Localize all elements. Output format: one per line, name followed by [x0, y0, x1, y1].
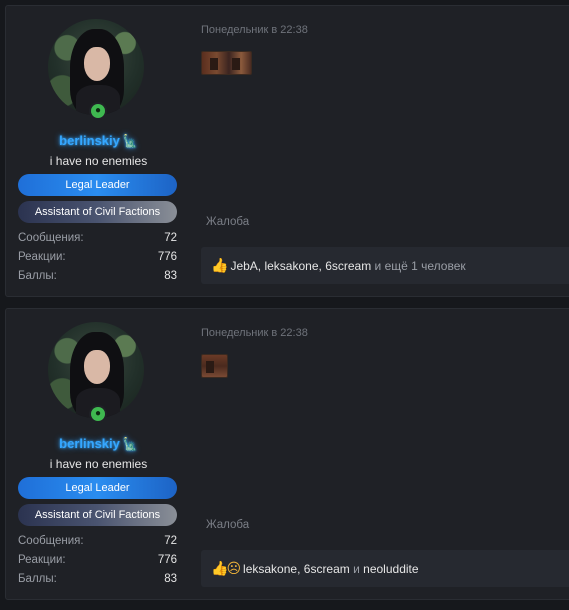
post-content: Понедельник в 22:38 Жалоба 👍 ☹ leksakone,…: [201, 309, 569, 599]
reactions-bar[interactable]: 👍 JebA, leksakone, 6scream и ещё 1 челов…: [201, 247, 569, 284]
post-1: ● berlinskiy 🗽 i have no enemies Legal Le…: [5, 5, 569, 297]
post-content: Понедельник в 22:38 Жалоба 👍 JebA, leksa…: [201, 6, 569, 296]
user-title: i have no enemies: [49, 154, 148, 168]
stat-reactions: Реакции: 776: [18, 251, 177, 263]
username[interactable]: berlinskiy 🗽: [6, 133, 191, 148]
avatar[interactable]: [48, 322, 144, 418]
user-title: i have no enemies: [49, 457, 148, 471]
attachment-thumbnail[interactable]: [201, 51, 252, 75]
user-stats: Сообщения: 72 Реакции: 776 Баллы: 83: [18, 532, 177, 589]
stat-reactions: Реакции: 776: [18, 554, 177, 566]
thumbs-up-icon: 👍: [211, 257, 229, 273]
user-info: ● berlinskiy 🗽 i have no enemies Legal Le…: [6, 309, 191, 599]
statue-of-liberty-icon: 🗽: [122, 134, 138, 148]
post-date[interactable]: Понедельник в 22:38: [201, 24, 308, 36]
banner-assistant-civil-factions: Assistant of Civil Factions: [18, 504, 177, 526]
report-link[interactable]: Жалоба: [206, 519, 249, 531]
stat-messages: Сообщения: 72: [18, 232, 177, 244]
banner-legal-leader: Legal Leader: [18, 174, 177, 196]
username[interactable]: berlinskiy 🗽: [6, 436, 191, 451]
statue-of-liberty-icon: 🗽: [122, 437, 138, 451]
online-status-icon: ●: [89, 405, 107, 423]
banner-legal-leader: Legal Leader: [18, 477, 177, 499]
report-link[interactable]: Жалоба: [206, 216, 249, 228]
post-2: ● berlinskiy 🗽 i have no enemies Legal Le…: [5, 308, 569, 600]
online-status-icon: ●: [89, 102, 107, 120]
user-info: ● berlinskiy 🗽 i have no enemies Legal Le…: [6, 6, 191, 296]
attachment-thumbnail[interactable]: [201, 354, 228, 378]
user-stats: Сообщения: 72 Реакции: 776 Баллы: 83: [18, 229, 177, 286]
avatar[interactable]: [48, 19, 144, 115]
stat-points: Баллы: 83: [18, 573, 177, 585]
sad-face-icon: ☹: [226, 560, 242, 576]
reactions-bar[interactable]: 👍 ☹ leksakone, 6scream и neoluddite: [201, 550, 569, 587]
stat-points: Баллы: 83: [18, 270, 177, 282]
stat-messages: Сообщения: 72: [18, 535, 177, 547]
post-date[interactable]: Понедельник в 22:38: [201, 327, 308, 339]
banner-assistant-civil-factions: Assistant of Civil Factions: [18, 201, 177, 223]
